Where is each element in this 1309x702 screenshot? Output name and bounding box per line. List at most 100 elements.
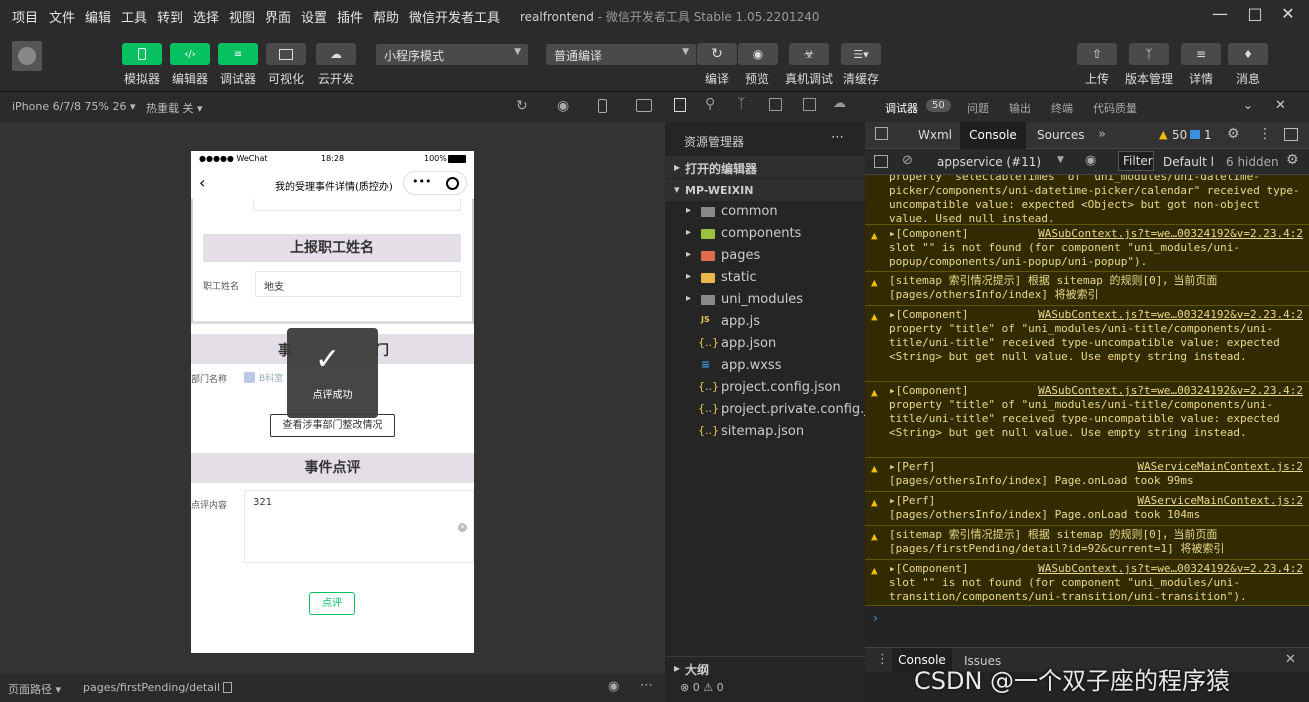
sidebar-icon[interactable] bbox=[874, 155, 888, 168]
close-miniprogram-icon[interactable] bbox=[446, 177, 459, 190]
compile-select[interactable]: 普通编译 ▼ bbox=[546, 44, 696, 65]
remote-debug-button[interactable]: ☣ bbox=[789, 43, 829, 65]
tree-file-project-config[interactable]: {..} project.config.json bbox=[665, 377, 865, 399]
cloud-icon[interactable]: ☁ bbox=[833, 96, 846, 111]
gear-icon[interactable]: ⚙ bbox=[1227, 126, 1240, 142]
tree-file-project-private-config[interactable]: {..}project.private.config.js... bbox=[665, 399, 865, 421]
tree-file-app-json[interactable]: {..} app.json bbox=[665, 333, 865, 355]
problems-status[interactable]: ⊗ 0 ⚠ 0 bbox=[680, 681, 724, 694]
menu-interface[interactable]: 界面 bbox=[265, 7, 291, 26]
more-tabs-icon[interactable]: » bbox=[1098, 127, 1106, 142]
maximize-icon[interactable]: □ bbox=[1243, 4, 1267, 26]
extensions-icon[interactable] bbox=[769, 98, 782, 111]
dock-icon[interactable] bbox=[1284, 128, 1298, 141]
log-entry[interactable]: ▲ WASubContext.js?t=we…00324192&v=2.23.4:… bbox=[865, 381, 1309, 457]
tree-file-app-wxss[interactable]: ≡ app.wxss bbox=[665, 355, 865, 377]
copy-icon[interactable] bbox=[223, 682, 232, 693]
kebab-icon[interactable]: ⋮ bbox=[876, 652, 889, 667]
outline-section[interactable]: ▸ 大纲 bbox=[665, 656, 865, 678]
upload-button[interactable]: ⇧ bbox=[1077, 43, 1117, 65]
version-button[interactable]: ᛉ bbox=[1129, 43, 1169, 65]
visual-button[interactable] bbox=[266, 43, 306, 65]
kebab-icon[interactable]: ⋮ bbox=[1258, 126, 1272, 142]
clear-cache-button[interactable]: ☰▾ bbox=[841, 43, 881, 65]
more-icon[interactable]: ⋯ bbox=[831, 130, 844, 145]
gear-icon[interactable]: ⚙ bbox=[1286, 152, 1299, 168]
menu-settings[interactable]: 设置 bbox=[301, 7, 327, 26]
simulator-toggle-button[interactable] bbox=[122, 43, 162, 65]
menu-plugins[interactable]: 插件 bbox=[337, 7, 363, 26]
tree-folder-common[interactable]: ▸ common bbox=[665, 201, 865, 223]
debugger-toggle-button[interactable]: ≡ bbox=[218, 43, 258, 65]
comment-textarea[interactable]: 321 bbox=[244, 490, 474, 563]
log-entry[interactable]: ▲ WASubContext.js?t=we…00324192&v=2.23.4:… bbox=[865, 224, 1309, 271]
tree-file-sitemap[interactable]: {..} sitemap.json bbox=[665, 421, 865, 443]
tab-console[interactable]: Console bbox=[960, 122, 1026, 149]
tab-wxml[interactable]: Wxml bbox=[918, 128, 952, 142]
eye-icon[interactable]: ◉ bbox=[608, 679, 619, 694]
tab-code-quality[interactable]: 代码质量 bbox=[1093, 100, 1137, 116]
log-source-link[interactable]: WASubContext.js?t=we…00324192&v=2.23.4:2 bbox=[1038, 227, 1303, 241]
menu-wechat-devtools[interactable]: 微信开发者工具 bbox=[409, 7, 500, 26]
files-icon[interactable] bbox=[674, 98, 686, 112]
avatar[interactable] bbox=[12, 41, 42, 71]
tree-file-app-js[interactable]: JS app.js bbox=[665, 311, 865, 333]
menu-project[interactable]: 项目 bbox=[12, 7, 38, 26]
clear-console-icon[interactable]: ⊘ bbox=[902, 153, 913, 168]
inspect-icon[interactable] bbox=[875, 127, 888, 140]
close-icon[interactable]: ✕ bbox=[1275, 98, 1286, 113]
menu-help[interactable]: 帮助 bbox=[373, 7, 399, 26]
cloud-button[interactable]: ☁ bbox=[316, 43, 356, 65]
log-entry[interactable]: ▲ WASubContext.js?t=we…00324192&v=2.23.4:… bbox=[865, 305, 1309, 381]
tab-terminal[interactable]: 终端 bbox=[1051, 100, 1073, 116]
log-source-link[interactable]: WAServiceMainContext.js:2 bbox=[1137, 460, 1303, 474]
editor-toggle-button[interactable]: ‹/› bbox=[170, 43, 210, 65]
info-count[interactable]: 1 bbox=[1204, 128, 1212, 142]
staff-input[interactable]: 地支 bbox=[255, 271, 461, 297]
tab-issues[interactable]: 问题 bbox=[967, 100, 989, 116]
tab-sources[interactable]: Sources bbox=[1037, 128, 1084, 142]
filter-input[interactable]: Filter bbox=[1118, 151, 1154, 171]
menu-select[interactable]: 选择 bbox=[193, 7, 219, 26]
eye-icon[interactable]: ◉ bbox=[1085, 153, 1096, 168]
menu-file[interactable]: 文件 bbox=[49, 7, 75, 26]
submit-comment-button[interactable]: 点评 bbox=[309, 592, 355, 615]
close-icon[interactable]: ✕ bbox=[1276, 4, 1300, 26]
more-icon[interactable]: ⋯ bbox=[640, 678, 653, 693]
tree-folder-static[interactable]: ▸ static bbox=[665, 267, 865, 289]
log-entry[interactable]: ▲ WAServiceMainContext.js:2 ▸[Perf] [pages/… bbox=[865, 457, 1309, 491]
preview-button[interactable]: ◉ bbox=[738, 43, 778, 65]
more-icon[interactable]: ••• bbox=[412, 175, 431, 188]
back-icon[interactable]: ‹ bbox=[199, 173, 205, 192]
open-editors-section[interactable]: ▸ 打开的编辑器 bbox=[665, 156, 865, 178]
dept-checkbox[interactable] bbox=[244, 372, 255, 383]
menu-edit[interactable]: 编辑 bbox=[85, 7, 111, 26]
close-icon[interactable]: ✕ bbox=[1285, 652, 1296, 667]
search-icon[interactable]: ⚲ bbox=[705, 96, 715, 112]
chevron-down-icon[interactable]: ⌄ bbox=[1243, 98, 1253, 112]
log-source-link[interactable]: WASubContext.js?t=we…00324192&v=2.23.4:2 bbox=[1038, 384, 1303, 398]
project-section[interactable]: ▾ MP-WEIXIN bbox=[665, 179, 865, 201]
log-source-link[interactable]: WAServiceMainContext.js:2 bbox=[1137, 494, 1303, 508]
page-path-select[interactable]: 页面路径 ▾ bbox=[8, 681, 61, 697]
tree-folder-uni-modules[interactable]: ▸ uni_modules bbox=[665, 289, 865, 311]
record-icon[interactable]: ◉ bbox=[557, 98, 569, 114]
mode-select[interactable]: 小程序模式 ▼ bbox=[376, 44, 528, 65]
warning-count[interactable]: 50 bbox=[1172, 128, 1187, 142]
git-icon[interactable]: ᛉ bbox=[737, 96, 745, 112]
menu-view[interactable]: 视图 bbox=[229, 7, 255, 26]
rotate-icon[interactable]: ↻ bbox=[516, 98, 528, 114]
hot-reload-select[interactable]: 热重载 关 ▾ bbox=[146, 100, 203, 116]
log-entry[interactable]: ▲ WAServiceMainContext.js:2 ▸[Perf] [pages/… bbox=[865, 491, 1309, 525]
compile-button[interactable]: ↻ bbox=[697, 43, 737, 65]
tree-folder-components[interactable]: ▸ components bbox=[665, 223, 865, 245]
minimize-icon[interactable]: — bbox=[1208, 4, 1232, 26]
log-source-link[interactable]: WASubContext.js?t=we…00324192&v=2.23.4:2 bbox=[1038, 562, 1303, 576]
tree-folder-pages[interactable]: ▸ pages bbox=[665, 245, 865, 267]
details-button[interactable]: ≡ bbox=[1181, 43, 1221, 65]
storage-icon[interactable] bbox=[803, 98, 816, 111]
phone-icon[interactable] bbox=[598, 99, 607, 113]
log-entry[interactable]: ▲ [sitemap 索引情况提示] 根据 sitemap 的规则[0]，当前页面… bbox=[865, 271, 1309, 305]
context-select[interactable]: appservice (#11) bbox=[937, 155, 1041, 169]
log-source-link[interactable]: WASubContext.js?t=we…00324192&v=2.23.4:2 bbox=[1038, 308, 1303, 322]
